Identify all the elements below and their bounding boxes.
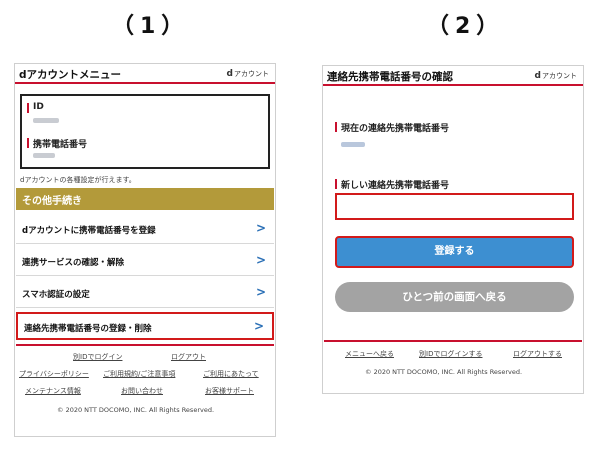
link-usage[interactable]: ご利用にあたって [203,369,259,379]
footer-divider [324,340,582,342]
link-back-to-menu[interactable]: メニューへ戻る [345,349,394,359]
d-logo-mark: d [226,69,233,79]
menu-item-contact-phone[interactable]: 連絡先携帯電話番号の登録・削除 > [16,312,274,340]
d-account-logo: dアカウント [227,69,269,79]
step-label-1: （1） [112,14,190,39]
current-phone-label: 現在の連絡先携帯電話番号 [335,121,449,134]
chevron-right-icon: > [255,285,266,299]
link-logout[interactable]: ログアウト [171,352,206,362]
footer-divider [16,344,274,346]
link-privacy-policy[interactable]: プライバシーポリシー [19,369,89,379]
link-terms[interactable]: ご利用規約/ご注意事項 [103,369,175,379]
chevron-right-icon: > [253,319,264,333]
copyright: © 2020 NTT DOCOMO, INC. All Rights Reser… [57,406,215,414]
menu-item-linked-services[interactable]: 連携サービスの確認・解除 > [16,246,274,276]
current-phone-value-masked [341,142,365,147]
new-phone-input[interactable] [335,193,574,220]
copyright: © 2020 NTT DOCOMO, INC. All Rights Reser… [365,368,523,376]
register-button[interactable]: 登録する [335,236,574,268]
phone-screen-contact-phone-confirm: 連絡先携帯電話番号の確認 dアカウント 現在の連絡先携帯電話番号 新しい連絡先携… [322,65,584,394]
step-label-2: （2） [427,14,505,39]
screen-header: 連絡先携帯電話番号の確認 dアカウント [323,66,583,86]
page-title: 連絡先携帯電話番号の確認 [327,71,453,83]
link-support[interactable]: お客様サポート [205,386,254,396]
menu-item-label: dアカウントに携帯電話番号を登録 [22,226,156,236]
phone-value-masked [33,153,55,158]
menu-item-label: 連携サービスの確認・解除 [22,258,125,268]
phone-label: 携帯電話番号 [27,137,87,150]
menu-item-smartphone-auth[interactable]: スマホ認証の設定 > [16,278,274,308]
menu-item-label: スマホ認証の設定 [22,290,90,300]
menu-item-register-phone[interactable]: dアカウントに携帯電話番号を登録 > [16,214,274,244]
link-other-id-login[interactable]: 別IDでログインする [419,349,482,359]
link-contact[interactable]: お問い合わせ [121,386,163,396]
account-info-box: ID 携帯電話番号 [20,94,270,169]
new-phone-label: 新しい連絡先携帯電話番号 [335,178,449,191]
link-logout[interactable]: ログアウトする [513,349,562,359]
page-title: dアカウントメニュー [19,69,122,81]
logo-text: アカウント [542,72,577,80]
id-value-masked [33,118,59,123]
d-logo-mark: d [534,71,541,81]
screen-header: dアカウントメニュー dアカウント [15,64,275,84]
chevron-right-icon: > [255,221,266,235]
back-button[interactable]: ひとつ前の画面へ戻る [335,282,574,312]
current-phone-section: 現在の連絡先携帯電話番号 [330,112,576,166]
settings-note: dアカウントの各種設定が行えます。 [20,176,136,184]
logo-text: アカウント [234,70,269,78]
menu-item-label: 連絡先携帯電話番号の登録・削除 [24,324,152,334]
link-other-id-login[interactable]: 別IDでログイン [73,352,122,362]
d-account-logo: dアカウント [535,71,577,81]
link-maintenance[interactable]: メンテナンス情報 [25,386,81,396]
id-label: ID [27,102,44,113]
section-header-other-procedures: その他手続き [16,188,274,210]
chevron-right-icon: > [255,253,266,267]
phone-screen-account-menu: dアカウントメニュー dアカウント ID 携帯電話番号 dアカウントの各種設定が… [14,63,276,437]
